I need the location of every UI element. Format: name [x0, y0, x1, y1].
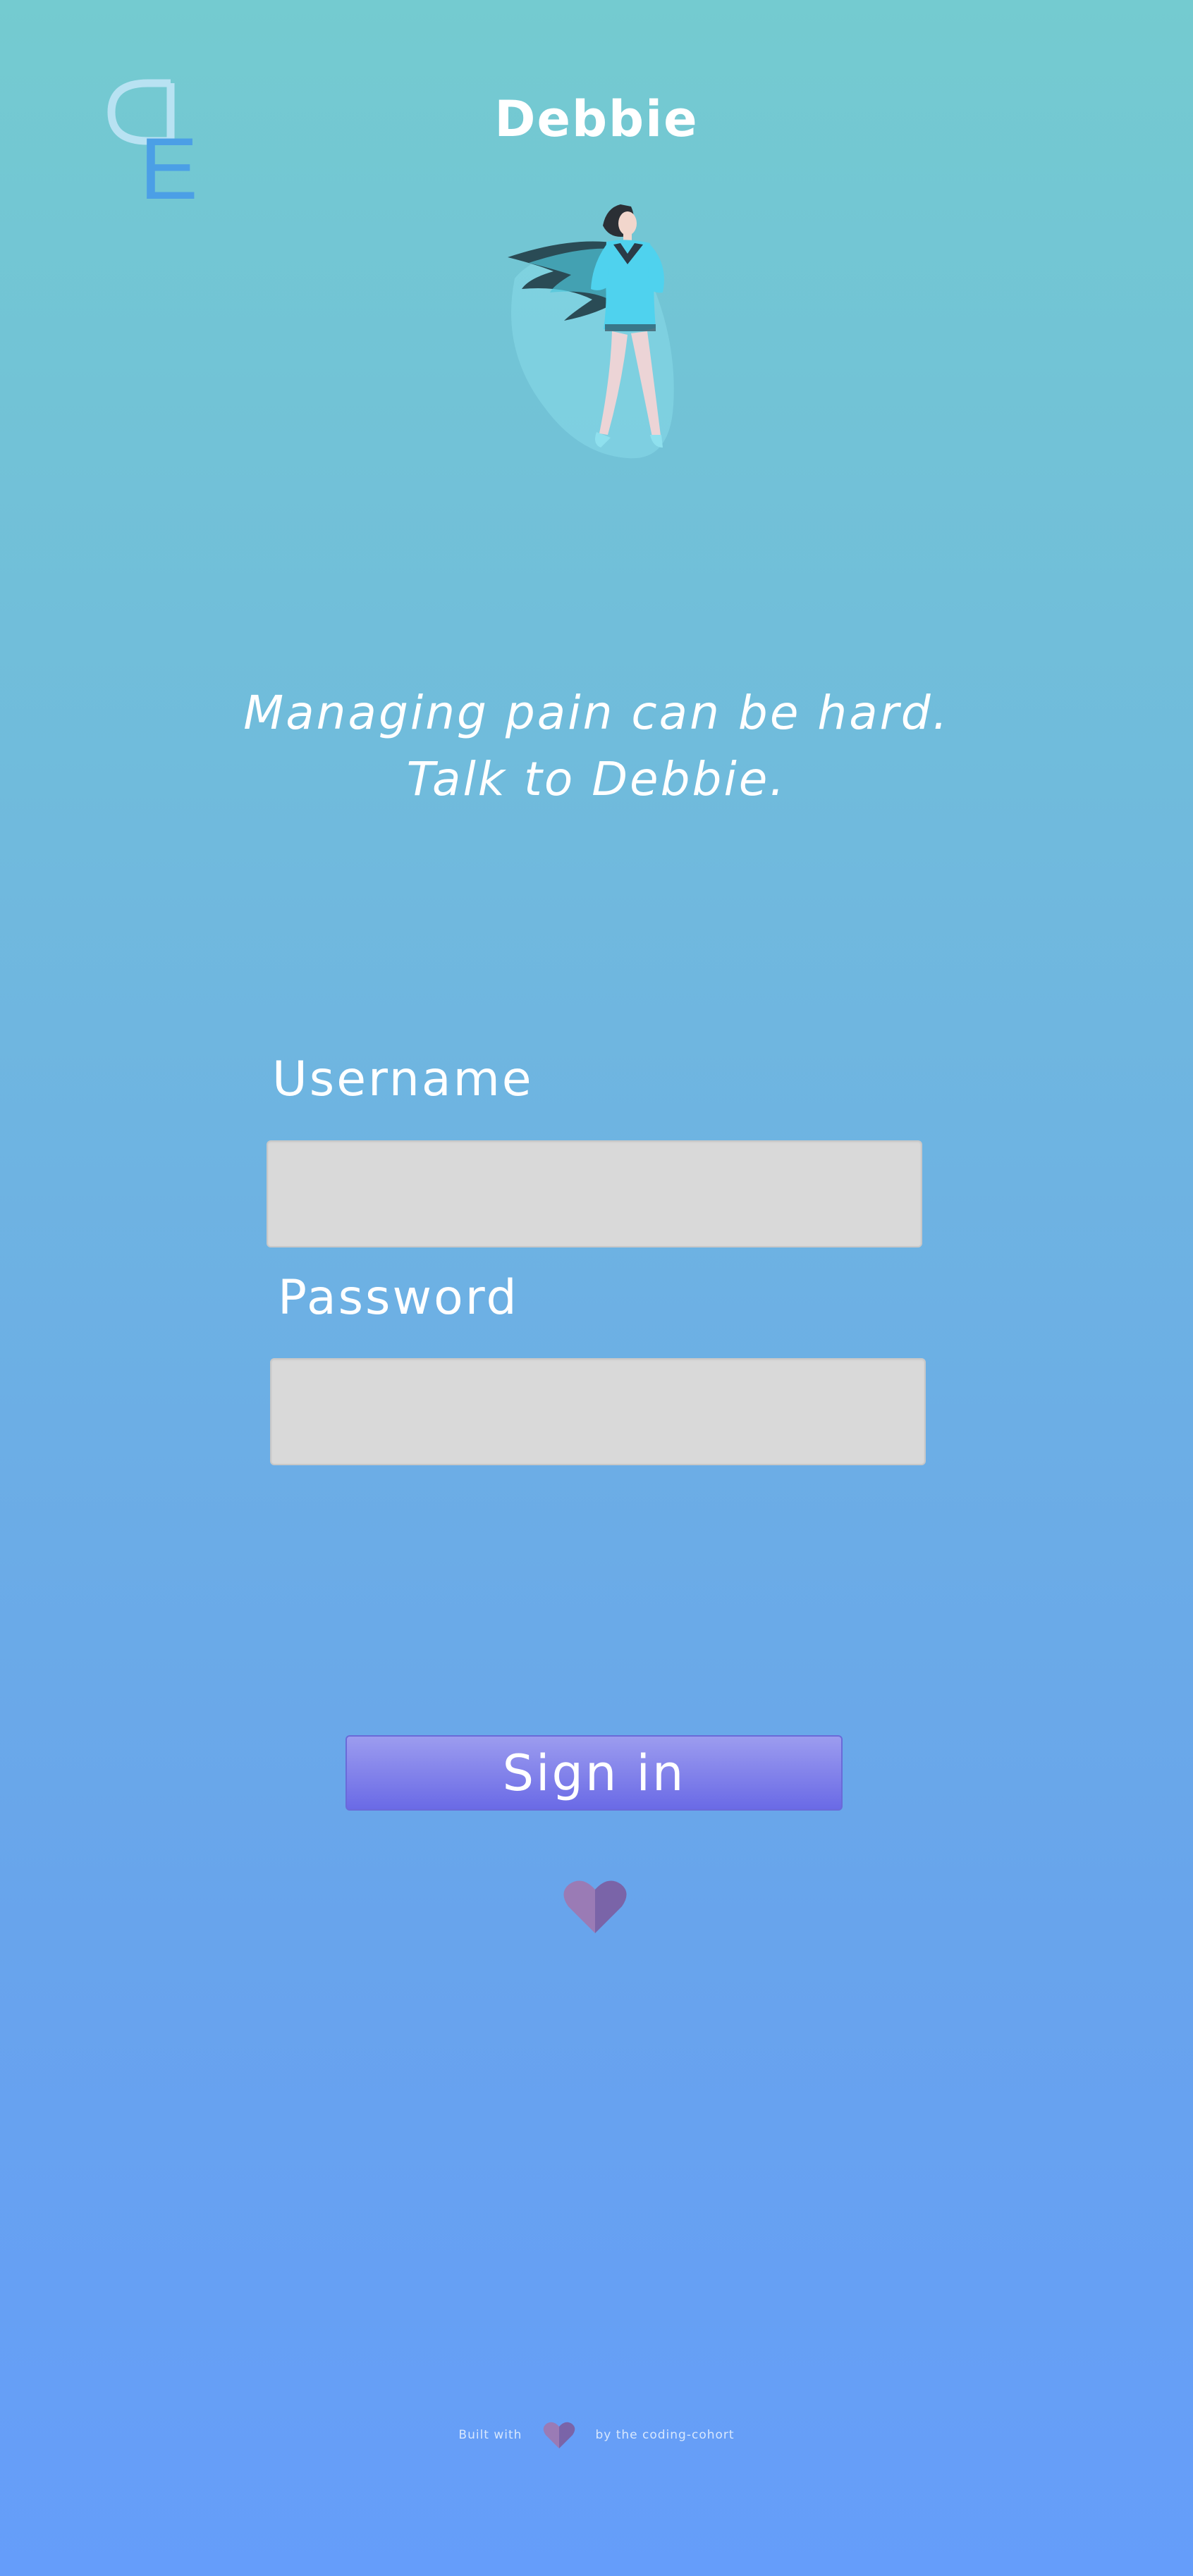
- superhero-woman-illustration: [508, 204, 674, 459]
- tagline-line-1: Managing pain can be hard.: [243, 686, 950, 740]
- footer-prefix: Built with: [458, 2428, 522, 2442]
- app-title: Debbie: [494, 90, 699, 148]
- username-label: Username: [272, 1052, 534, 1107]
- footer-suffix: by the coding-cohort: [595, 2428, 735, 2442]
- tagline-line-2: Talk to Debbie.: [406, 752, 787, 806]
- footer: Built with by the coding-cohort: [0, 2417, 1193, 2453]
- footer-heart-icon: [544, 2422, 575, 2448]
- tagline: Managing pain can be hard. Talk to Debbi…: [0, 680, 1193, 813]
- heart-icon: [563, 1880, 627, 1933]
- sign-in-button[interactable]: Sign in: [345, 1735, 843, 1811]
- username-input[interactable]: [267, 1140, 922, 1247]
- password-input[interactable]: [270, 1358, 926, 1465]
- password-label: Password: [278, 1270, 519, 1326]
